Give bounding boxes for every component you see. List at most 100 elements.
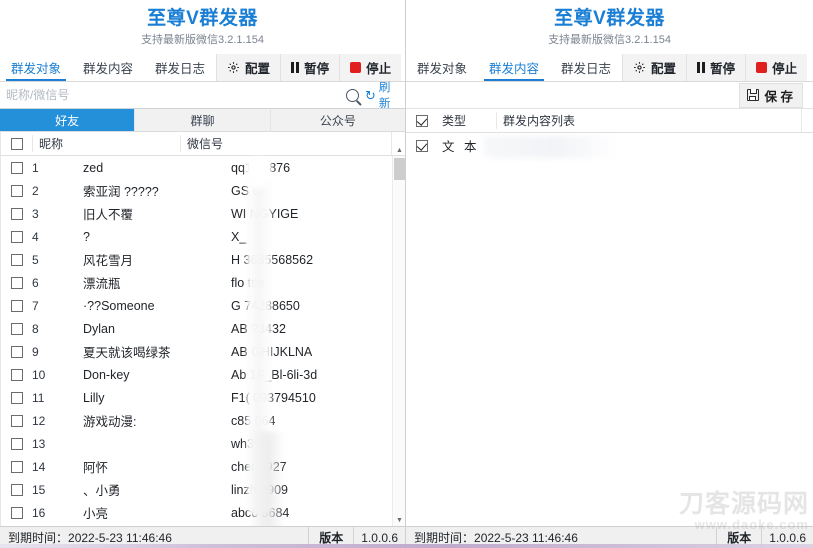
row-checkbox-cell[interactable] <box>1 161 32 174</box>
table-row[interactable]: 10 Don-key Ab 1F_Bl-6li-3d <box>1 363 405 386</box>
save-label: 保 存 <box>764 89 793 104</box>
content-row-checkbox[interactable] <box>416 139 428 152</box>
row-index: 4 <box>32 229 39 244</box>
scroll-up-arrow[interactable]: ▲ <box>393 145 405 156</box>
search-icon[interactable] <box>346 88 359 102</box>
column-header-type[interactable]: 类型 <box>438 112 496 129</box>
row-checkbox[interactable] <box>10 161 23 174</box>
refresh-label: 刷新 <box>378 82 391 110</box>
row-checkbox-cell[interactable] <box>1 276 32 289</box>
refresh-button[interactable]: ↻ 刷新 <box>365 79 399 111</box>
row-checkbox-cell[interactable] <box>1 414 32 427</box>
table-row[interactable]: 6 漂流瓶 flo ttle <box>1 271 405 294</box>
table-row[interactable]: 4? X_ <box>1 225 405 248</box>
subtab-friends[interactable]: 好友 <box>0 109 136 131</box>
config-label: 配置 <box>245 62 271 76</box>
row-checkbox[interactable] <box>10 345 23 358</box>
row-checkbox[interactable] <box>10 460 23 473</box>
row-checkbox[interactable] <box>10 299 23 312</box>
row-checkbox[interactable] <box>10 368 23 381</box>
pause-button-right[interactable]: 暂停 <box>686 54 746 81</box>
row-checkbox-cell[interactable] <box>1 437 32 450</box>
row-index: 7 <box>32 298 39 313</box>
tab-broadcast-content-right[interactable]: 群发内容 <box>478 54 550 81</box>
row-index: 9 <box>32 344 39 359</box>
scrollbar-thumb[interactable] <box>394 158 405 180</box>
row-checkbox[interactable] <box>10 391 23 404</box>
row-checkbox[interactable] <box>10 437 23 450</box>
row-checkbox[interactable] <box>10 253 23 266</box>
left-tabbar: 群发对象 群发内容 群发日志 配置 暂停 停止 <box>0 54 405 82</box>
row-checkbox-cell[interactable] <box>1 391 32 404</box>
row-checkbox-cell[interactable] <box>1 506 32 519</box>
content-row-checkbox-cell[interactable] <box>406 139 438 152</box>
tab-broadcast-targets[interactable]: 群发对象 <box>0 54 72 81</box>
tab-broadcast-log-right[interactable]: 群发日志 <box>550 54 622 81</box>
table-row[interactable]: 8 Dylan AB ?3432 <box>1 317 405 340</box>
row-checkbox-cell[interactable] <box>1 368 32 381</box>
subtab-official-accounts[interactable]: 公众号 <box>271 109 405 131</box>
column-header-nickname[interactable]: 昵称 <box>32 135 180 152</box>
table-row[interactable]: 14 阿怀 cher n927 <box>1 455 405 478</box>
content-select-all-cell[interactable] <box>406 114 438 127</box>
row-checkbox-cell[interactable] <box>1 483 32 496</box>
table-row[interactable]: 15 、小勇 linzh 0909 <box>1 478 405 501</box>
row-checkbox-cell[interactable] <box>1 230 32 243</box>
save-button[interactable]: 保 存 <box>738 82 803 108</box>
select-all-checkbox[interactable] <box>10 137 23 150</box>
column-header-wxid[interactable]: 微信号 <box>180 135 391 152</box>
content-select-all-checkbox[interactable] <box>416 114 428 127</box>
table-row[interactable]: 16 小亮 abc6 9684 <box>1 501 405 524</box>
row-nickname: ? <box>83 229 90 244</box>
config-button[interactable]: 配置 <box>216 54 281 81</box>
pause-button[interactable]: 暂停 <box>280 54 340 81</box>
content-row[interactable]: 文 本 <box>406 133 813 158</box>
row-checkbox-cell[interactable] <box>1 322 32 335</box>
row-wxid: G 74288650 <box>231 298 300 313</box>
row-checkbox[interactable] <box>10 322 23 335</box>
row-checkbox-cell[interactable] <box>1 460 32 473</box>
page-subtitle-right: 支持最新版微信3.2.1.154 <box>548 34 671 46</box>
row-checkbox[interactable] <box>10 207 23 220</box>
table-row[interactable]: 9 夏天就该喝绿茶 AB GHIJKLNA <box>1 340 405 363</box>
row-index: 10 <box>32 367 46 382</box>
row-checkbox[interactable] <box>10 414 23 427</box>
table-row[interactable]: 2 索亚润 ????? GS er <box>1 179 405 202</box>
row-wxid: GS er <box>231 183 264 198</box>
tab-broadcast-targets-right[interactable]: 群发对象 <box>406 54 478 81</box>
select-all-cell[interactable] <box>1 137 32 150</box>
stop-label: 停止 <box>366 62 392 76</box>
table-row[interactable]: 3 旧人不覆 WI NGYIGE <box>1 202 405 225</box>
row-wxid: Ab 1F_Bl-6li-3d <box>231 367 318 382</box>
stop-button[interactable]: 停止 <box>339 54 402 81</box>
tab-broadcast-log[interactable]: 群发日志 <box>144 54 216 81</box>
subtab-groups[interactable]: 群聊 <box>135 109 271 131</box>
table-row[interactable]: 1 zed qq1 51876 <box>1 156 405 179</box>
scroll-down-arrow[interactable]: ▼ <box>393 515 405 526</box>
table-row[interactable]: 12 游戏动漫: c85 064 <box>1 409 405 432</box>
search-input[interactable] <box>4 87 344 103</box>
tab-broadcast-content[interactable]: 群发内容 <box>72 54 144 81</box>
row-checkbox-cell[interactable] <box>1 345 32 358</box>
table-row[interactable]: 11 Lilly F1( 093794510 <box>1 386 405 409</box>
config-button-right[interactable]: 配置 <box>622 54 687 81</box>
content-header-row: 类型 群发内容列表 <box>406 109 813 133</box>
row-checkbox-cell[interactable] <box>1 184 32 197</box>
row-checkbox-cell[interactable] <box>1 207 32 220</box>
row-checkbox-cell[interactable] <box>1 253 32 266</box>
contact-list-scrollbar[interactable]: ▲ ▼ <box>392 147 405 526</box>
row-checkbox[interactable] <box>10 506 23 519</box>
row-checkbox[interactable] <box>10 230 23 243</box>
row-checkbox[interactable] <box>10 483 23 496</box>
column-header-content-list[interactable]: 群发内容列表 <box>496 112 801 129</box>
row-checkbox-cell[interactable] <box>1 299 32 312</box>
table-row[interactable]: 5 风花雪月 H 3635568562 <box>1 248 405 271</box>
table-row[interactable]: 13 wh3 0- <box>1 432 405 455</box>
row-checkbox[interactable] <box>10 184 23 197</box>
stop-button-right[interactable]: 停止 <box>745 54 808 81</box>
pause-icon <box>697 62 706 73</box>
row-wxid: X_ <box>231 229 247 244</box>
table-row[interactable]: 7 ·??Someone G 74288650 <box>1 294 405 317</box>
row-nickname: 旧人不覆 <box>83 208 134 222</box>
row-checkbox[interactable] <box>10 276 23 289</box>
